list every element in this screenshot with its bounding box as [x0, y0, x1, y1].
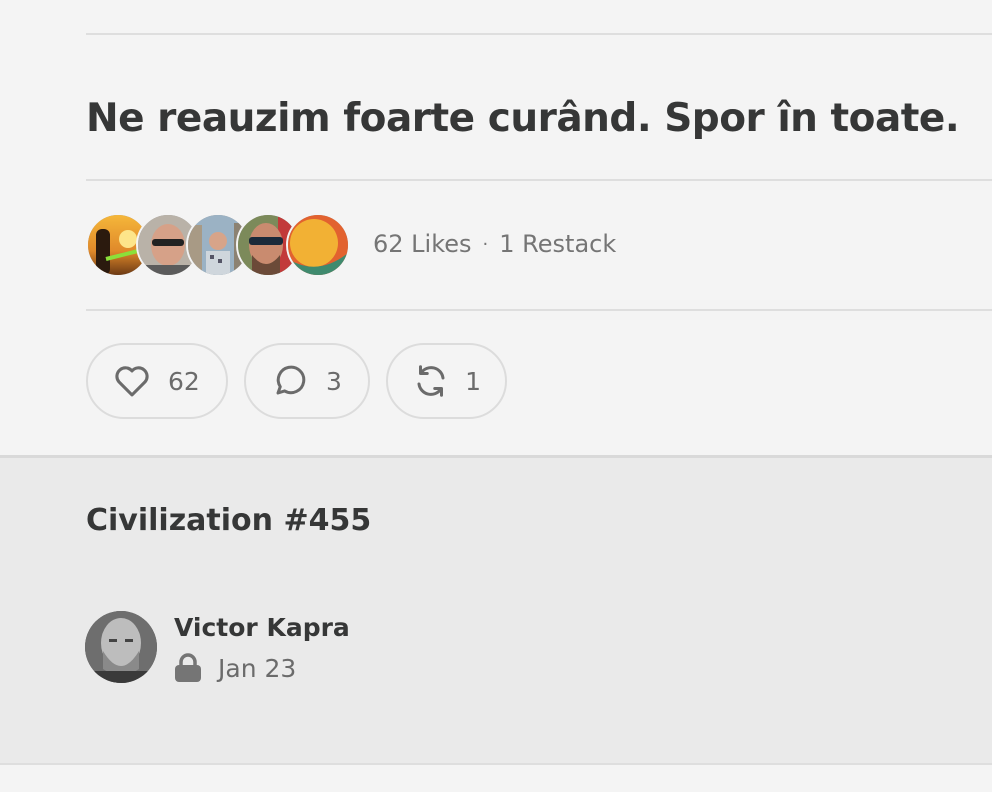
divider: [0, 763, 992, 765]
avatar-image: [85, 611, 157, 683]
post-meta: Jan 23: [174, 653, 296, 683]
like-count: 62: [168, 366, 200, 396]
restacks-count-label[interactable]: 1 Restack: [499, 230, 616, 258]
related-post-card[interactable]: Civilization #455 Victor Kapra Jan 23: [0, 455, 992, 763]
author-name[interactable]: Victor Kapra: [174, 613, 350, 642]
comment-bubble-icon: [270, 361, 310, 401]
post-closing-heading: Ne reauzim foarte curând. Spor în toate.: [86, 96, 960, 141]
related-post-title[interactable]: Civilization #455: [86, 503, 371, 538]
separator-dot: ·: [482, 233, 489, 255]
comment-count: 3: [326, 366, 342, 396]
likes-count-label[interactable]: 62 Likes: [373, 230, 472, 258]
restack-button[interactable]: 1: [386, 343, 507, 419]
post-footer-page: Ne reauzim foarte curând. Spor în toate.: [0, 0, 992, 792]
liker-avatar-5[interactable]: [286, 213, 350, 277]
divider: [86, 309, 992, 311]
likes-restacks-summary[interactable]: 62 Likes · 1 Restack: [373, 230, 616, 258]
author-avatar[interactable]: [85, 611, 157, 683]
divider: [86, 179, 992, 181]
likers-avatar-stack[interactable]: [86, 213, 350, 277]
divider: [86, 33, 992, 35]
comment-button[interactable]: 3: [244, 343, 370, 419]
like-button[interactable]: 62: [86, 343, 228, 419]
heart-icon: [112, 361, 152, 401]
post-date: Jan 23: [218, 653, 297, 683]
restack-count: 1: [465, 366, 481, 396]
post-action-bar: 62 3 1: [86, 343, 507, 419]
restack-arrows-icon: [412, 361, 449, 401]
avatar-image: [288, 215, 348, 275]
lock-icon: [174, 653, 202, 683]
